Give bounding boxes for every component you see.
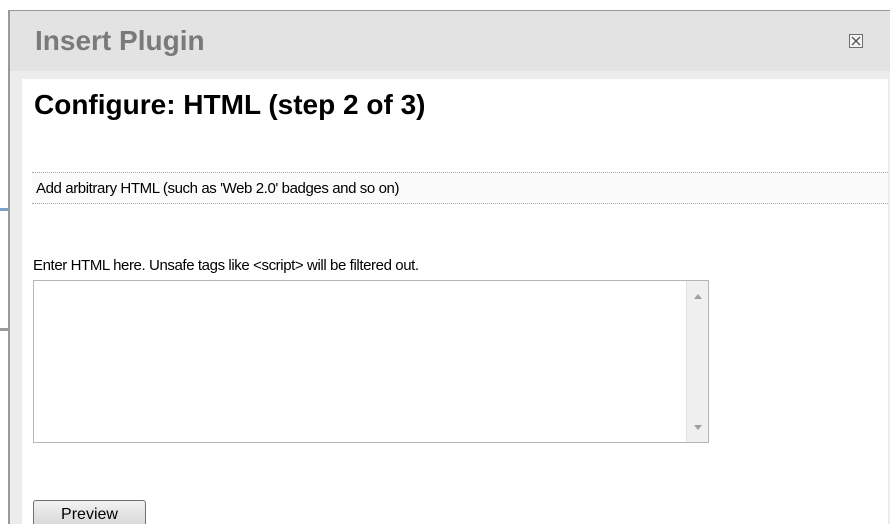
- insert-plugin-dialog: Insert Plugin Configure: HTML (step 2 of…: [10, 10, 890, 524]
- page: Insert Plugin Configure: HTML (step 2 of…: [0, 0, 890, 524]
- textarea-scrollbar[interactable]: [686, 281, 708, 442]
- plugin-description: Add arbitrary HTML (such as 'Web 2.0' ba…: [36, 180, 400, 197]
- dialog-titlebar[interactable]: Insert Plugin: [10, 11, 890, 71]
- step-title: Configure: HTML (step 2 of 3): [34, 89, 426, 120]
- html-input[interactable]: [34, 281, 686, 442]
- close-button[interactable]: [849, 34, 863, 48]
- close-icon: [851, 36, 861, 46]
- html-field-label: Enter HTML here. Unsafe tags like <scrip…: [33, 257, 419, 274]
- html-input-container: [33, 280, 709, 443]
- scroll-down-arrow-icon[interactable]: [694, 425, 702, 430]
- background-edge-mark: [0, 208, 8, 211]
- dialog-title: Insert Plugin: [35, 25, 205, 56]
- dialog-content: Configure: HTML (step 2 of 3) Add arbitr…: [22, 79, 888, 524]
- scroll-up-arrow-icon[interactable]: [694, 294, 702, 299]
- preview-button[interactable]: Preview: [33, 500, 146, 524]
- background-edge-mark: [0, 328, 8, 331]
- plugin-description-box: Add arbitrary HTML (such as 'Web 2.0' ba…: [32, 172, 888, 204]
